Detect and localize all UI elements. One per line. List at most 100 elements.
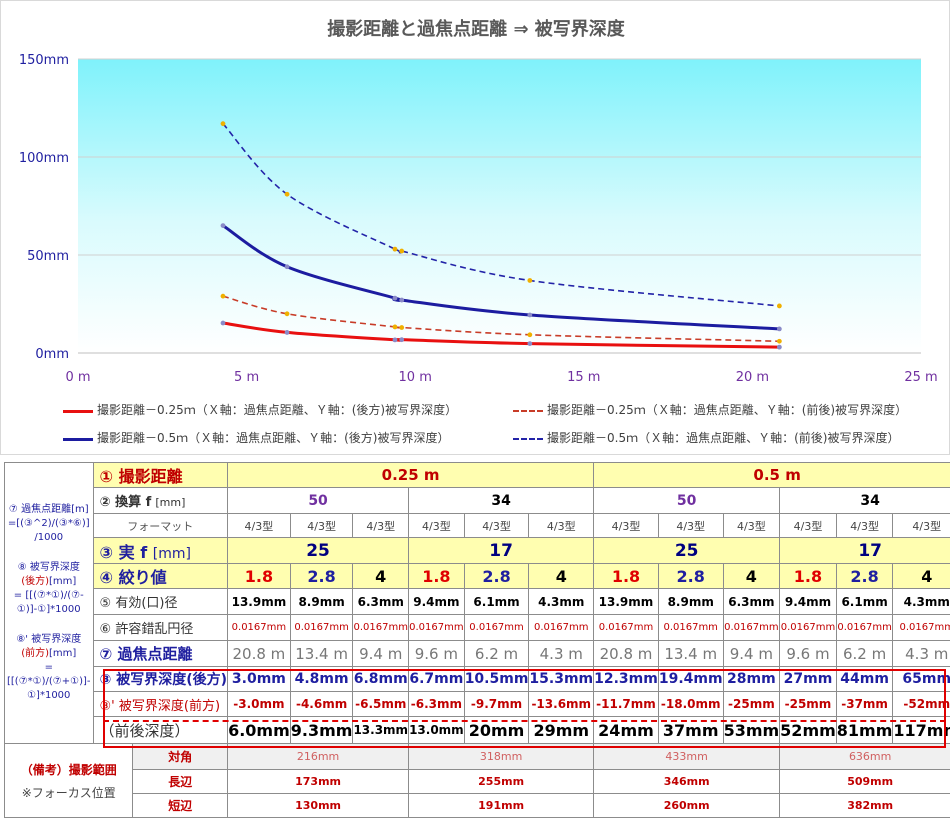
value-fnumber: 4 bbox=[352, 563, 410, 589]
label-dof-rear: ⑧ 被写界深度(後方) bbox=[92, 666, 229, 692]
x-tick-label: 20 m bbox=[736, 370, 769, 385]
value-dof-front: -25mm bbox=[779, 691, 837, 717]
value-fnumber: 4 bbox=[722, 563, 781, 589]
table-row: （前後深度） 6.0mm 9.3mm 13.3mm 13.0mm 20mm 29mm 24mm… bbox=[5, 716, 950, 744]
side-front-unit: [mm] bbox=[49, 648, 77, 659]
value-dof-rear: 28mm bbox=[722, 666, 781, 692]
data-point bbox=[776, 338, 782, 344]
label-equiv-f: ② 換算 f [mm] bbox=[92, 487, 229, 514]
label-dof-front: ⑧' 被写界深度(前方) bbox=[92, 691, 229, 717]
value-dof-front: -18.0mm bbox=[657, 691, 724, 717]
dof-table: ⑦ 過焦点距離[m] =[(③^2)/(③*⑥)] /1000 ⑧ 被写界深度 (後… bbox=[3, 462, 950, 818]
value-hyperfocal: 13.4 m bbox=[289, 640, 354, 667]
value-fnumber: 4 bbox=[528, 563, 595, 589]
value-dof-rear: 3.0mm bbox=[227, 666, 291, 692]
value-format: 4/3型 bbox=[593, 513, 659, 538]
value-equiv-f: 34 bbox=[779, 487, 950, 514]
data-point bbox=[284, 330, 290, 335]
value-distance-025: 0.25 m bbox=[227, 462, 595, 488]
value-dof-front: -37mm bbox=[835, 691, 894, 717]
data-point bbox=[527, 332, 533, 338]
data-point bbox=[392, 246, 398, 252]
table-row: ⑥ 許容錯乱円径 0.0167mm 0.0167mm 0.0167mm 0.0167mm… bbox=[5, 614, 950, 641]
side-front-formula: = [[(⑦*①)/(⑦+①)]-①]*1000 bbox=[7, 662, 91, 701]
legend-swatch bbox=[513, 434, 543, 444]
data-point bbox=[776, 326, 782, 332]
value-dof-front: -11.7mm bbox=[593, 691, 659, 717]
value-dof-rear: 12.3mm bbox=[593, 666, 659, 692]
value-hyperfocal: 9.6 m bbox=[408, 640, 465, 667]
legend-item-025-total: 撮影距離－0.25ｍ（Ｘ軸：過焦点距離、Ｙ軸：(前後)被写界深度） bbox=[513, 401, 907, 418]
value-short-side: 382mm bbox=[779, 793, 950, 818]
legend-label: 撮影距離－0.5ｍ（Ｘ軸：過焦点距離、Ｙ軸：(前後)被写界深度） bbox=[547, 431, 900, 445]
value-long-side: 173mm bbox=[227, 769, 410, 794]
value-coc: 0.0167mm bbox=[408, 614, 465, 641]
value-diagonal: 636mm bbox=[779, 743, 950, 770]
value-format: 4/3型 bbox=[835, 513, 894, 538]
value-coc: 0.0167mm bbox=[779, 614, 837, 641]
value-coc: 0.0167mm bbox=[463, 614, 530, 641]
value-dof-rear: 44mm bbox=[835, 666, 894, 692]
data-point bbox=[399, 248, 405, 254]
value-fnumber: 1.8 bbox=[593, 563, 659, 589]
y-tick-label: 50mm bbox=[27, 249, 69, 264]
label-coc: ⑥ 許容錯乱円径 bbox=[92, 614, 229, 641]
label-diagonal: 対角 bbox=[132, 743, 229, 770]
value-fnumber: 2.8 bbox=[289, 563, 354, 589]
value-format: 4/3型 bbox=[779, 513, 837, 538]
side-rear-title: ⑧ 被写界深度 bbox=[17, 562, 80, 573]
label-equiv-f-text: ② 換算 f bbox=[99, 495, 152, 510]
data-point bbox=[220, 121, 226, 127]
value-coc: 0.0167mm bbox=[593, 614, 659, 641]
data-point bbox=[392, 324, 398, 330]
label-actual-f: ③ 実 f [mm] bbox=[92, 537, 229, 564]
value-coc: 0.0167mm bbox=[528, 614, 595, 641]
value-dof-front: -6.3mm bbox=[408, 691, 465, 717]
value-format: 4/3型 bbox=[227, 513, 291, 538]
data-point bbox=[284, 191, 290, 197]
value-distance-05: 0.5 m bbox=[593, 462, 950, 488]
y-tick-label: 100mm bbox=[19, 151, 69, 166]
table-row: 長辺 173mm 255mm 346mm 509mm bbox=[5, 769, 950, 794]
value-dof-total: 81mm bbox=[835, 716, 894, 744]
value-diameter: 8.9mm bbox=[657, 588, 724, 615]
value-fnumber: 2.8 bbox=[657, 563, 724, 589]
label-actual-f-unit: [mm] bbox=[152, 545, 191, 562]
value-dof-total: 29mm bbox=[528, 716, 595, 744]
value-dof-total: 13.3mm bbox=[352, 716, 410, 744]
data-point bbox=[220, 223, 226, 229]
value-diameter: 13.9mm bbox=[227, 588, 291, 615]
legend-swatch bbox=[63, 434, 93, 444]
value-fnumber: 4 bbox=[892, 563, 950, 589]
legend-label: 撮影距離－0.25ｍ（Ｘ軸：過焦点距離、Ｙ軸：(後方)被写界深度） bbox=[97, 403, 458, 417]
value-diagonal: 433mm bbox=[593, 743, 781, 770]
legend-item-05-total: 撮影距離－0.5ｍ（Ｘ軸：過焦点距離、Ｙ軸：(前後)被写界深度） bbox=[513, 429, 899, 446]
value-diameter: 4.3mm bbox=[892, 588, 950, 615]
table-row: ③ 実 f [mm] 25 17 25 17 bbox=[5, 537, 950, 564]
data-point bbox=[284, 311, 290, 317]
side-rear: ⑧ 被写界深度 (後方)[mm] = [[(⑦*①)/(⑦-①)]-①]*1000 bbox=[7, 561, 91, 617]
value-diameter: 8.9mm bbox=[289, 588, 354, 615]
value-dof-total: 9.3mm bbox=[289, 716, 354, 744]
value-fnumber: 1.8 bbox=[408, 563, 465, 589]
value-dof-total: 6.0mm bbox=[227, 716, 291, 744]
value-actual-f: 25 bbox=[593, 537, 781, 564]
x-tick-label: 5 m bbox=[234, 370, 259, 385]
value-format: 4/3型 bbox=[657, 513, 724, 538]
table-row: （備考）撮影範囲 ※フォーカス位置 対角 216mm 318mm 433mm 636mm bbox=[3, 743, 950, 818]
value-short-side: 191mm bbox=[408, 793, 595, 818]
value-actual-f: 17 bbox=[408, 537, 595, 564]
value-hyperfocal: 9.4 m bbox=[722, 640, 781, 667]
value-dof-total: 24mm bbox=[593, 716, 659, 744]
x-tick-label: 25 m bbox=[904, 370, 937, 385]
value-dof-rear: 19.4mm bbox=[657, 666, 724, 692]
side-note-formulas: ⑦ 過焦点距離[m] =[(③^2)/(③*⑥)] /1000 ⑧ 被写界深度 (後… bbox=[4, 462, 94, 744]
table-row: 短辺 130mm 191mm 260mm 382mm bbox=[5, 793, 950, 818]
value-coc: 0.0167mm bbox=[227, 614, 291, 641]
data-point bbox=[527, 312, 533, 318]
table-row: フォーマット 4/3型 4/3型 4/3型 4/3型 4/3型 4/3型 4/3型 4/3型 4/… bbox=[5, 513, 950, 538]
value-equiv-f: 50 bbox=[593, 487, 781, 514]
value-fnumber: 1.8 bbox=[779, 563, 837, 589]
range-label-note: ※フォーカス位置 bbox=[21, 785, 116, 800]
data-point bbox=[392, 337, 398, 343]
